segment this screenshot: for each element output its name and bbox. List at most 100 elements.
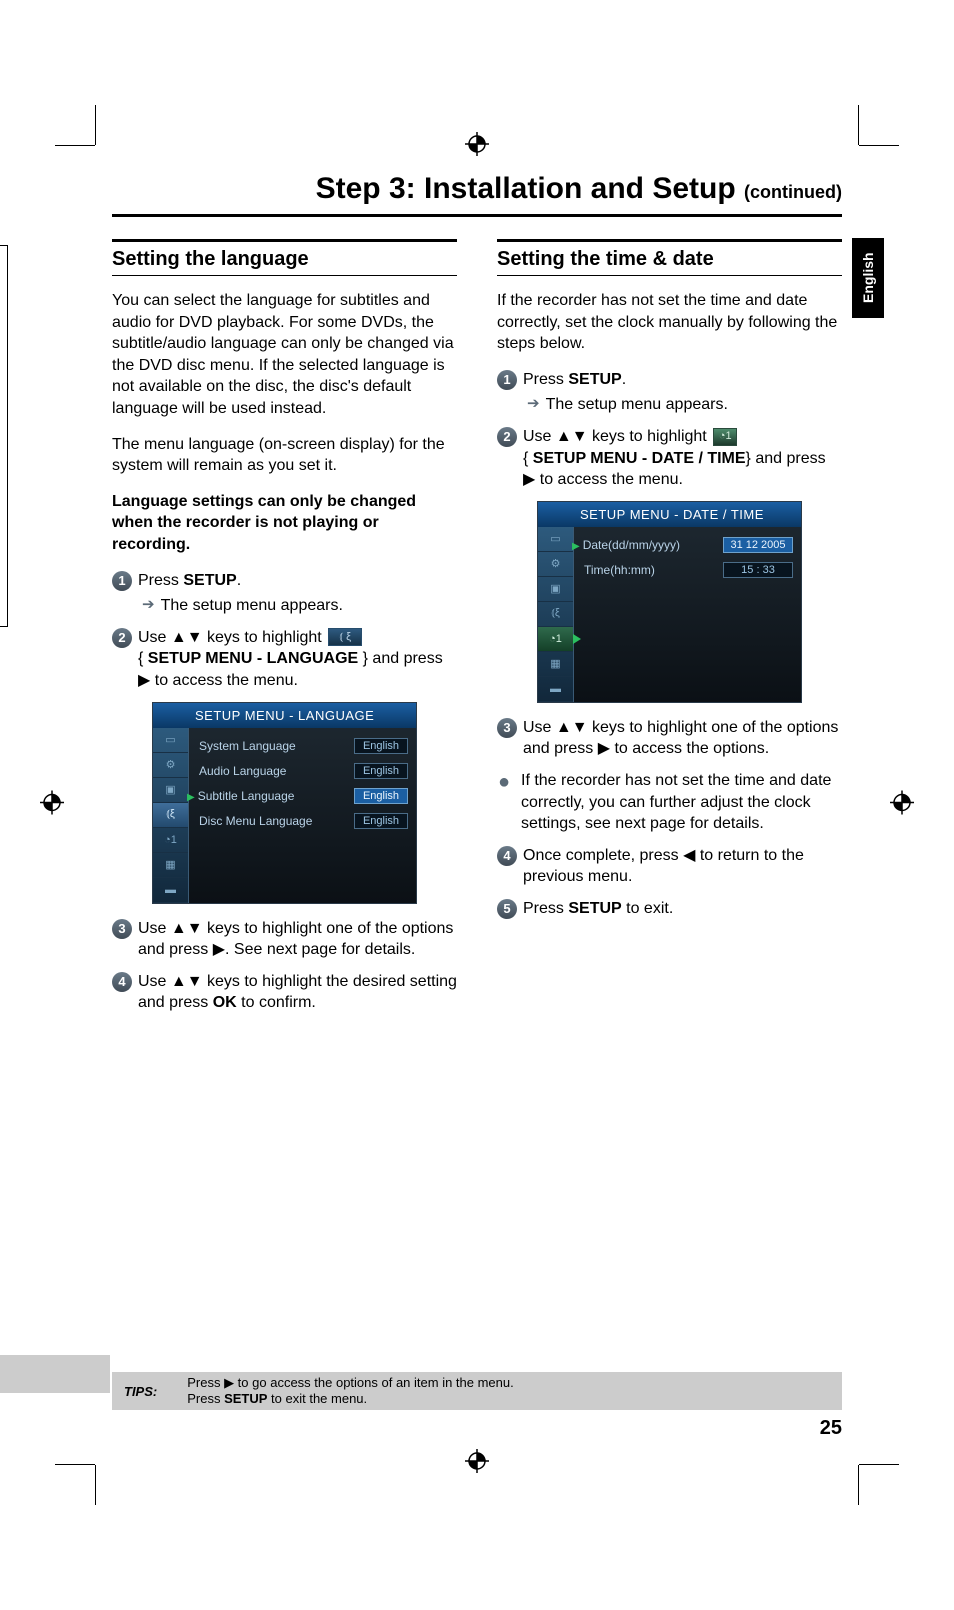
step-sub: The setup menu appears. xyxy=(546,394,728,416)
heading-setting-language: Setting the language xyxy=(112,242,457,276)
registration-mark-icon xyxy=(890,791,914,820)
column-right: Setting the time & date If the recorder … xyxy=(497,239,842,1024)
setup-label: SETUP xyxy=(568,900,621,917)
crop-mark xyxy=(859,1464,899,1465)
arrow-right-icon: ➔ xyxy=(527,394,540,416)
bullet-text: If the recorder has not set the time and… xyxy=(521,770,842,835)
setup-panel-datetime: SETUP MENU - DATE / TIME ▭ ⚙ ▣ ⦅ξ ◔1 ▦ ▬… xyxy=(537,501,802,703)
step-text: Once complete, press ◀ to return to the … xyxy=(523,845,842,888)
registration-mark-icon xyxy=(465,132,489,161)
step-number-icon: 4 xyxy=(497,846,517,866)
step-text: to exit. xyxy=(622,900,674,917)
step-number-icon: 2 xyxy=(497,427,517,447)
setup-row-label: Date(dd/mm/yyyy) xyxy=(584,538,680,552)
step-number-icon: 3 xyxy=(112,919,132,939)
paragraph: You can select the language for subtitle… xyxy=(112,290,457,420)
tips-label: TIPS: xyxy=(124,1384,157,1399)
menu-tab-icon: ⦅ ξ xyxy=(328,628,362,646)
page-content: English Step 3: Installation and Setup (… xyxy=(112,172,842,1438)
menu-name: SETUP MENU - DATE / TIME xyxy=(533,450,746,467)
setup-row-label: Audio Language xyxy=(199,764,286,778)
setup-tab-icon: ▣ xyxy=(153,778,188,803)
bullet-icon: ● xyxy=(497,772,511,835)
step-number-icon: 3 xyxy=(497,718,517,738)
setup-row: Date(dd/mm/yyyy) 31 12 2005 xyxy=(584,533,793,558)
step-text: Press xyxy=(523,900,568,917)
step-4: 4 Once complete, press ◀ to return to th… xyxy=(497,845,842,888)
setup-row: Time(hh:mm)15 : 33 xyxy=(584,558,793,583)
setup-tab-icon: ▭ xyxy=(153,728,188,753)
setup-panel-language: SETUP MENU - LANGUAGE ▭ ⚙ ▣ ⦅ξ ◔1 ▦ ▬ Sy… xyxy=(152,702,417,904)
step-text: Use ▲▼ keys to highlight xyxy=(138,629,326,646)
setup-label: SETUP xyxy=(224,1391,267,1406)
setup-row-value: English xyxy=(354,763,408,779)
crop-mark xyxy=(95,1465,96,1505)
page-title-continued: (continued) xyxy=(744,182,842,202)
setup-label: SETUP xyxy=(183,572,236,589)
paragraph: The menu language (on-screen display) fo… xyxy=(112,434,457,477)
setup-row-label: System Language xyxy=(199,739,296,753)
step-2: 2 Use ▲▼ keys to highlight ⦅ ξ { SETUP M… xyxy=(112,627,457,692)
crop-mark xyxy=(55,1464,95,1465)
setup-tab-icon: ▭ xyxy=(538,527,573,552)
bullet-item: ● If the recorder has not set the time a… xyxy=(497,770,842,835)
setup-row-value: English xyxy=(354,788,408,804)
setup-row-value: 31 12 2005 xyxy=(723,537,793,553)
setup-tab-language-icon: ⦅ξ xyxy=(538,602,573,627)
setup-tab-icon: ▣ xyxy=(538,577,573,602)
setup-row: Audio Language English xyxy=(199,759,408,784)
menu-tab-icon: ◔1 xyxy=(713,428,737,446)
step-text: . xyxy=(622,371,626,388)
step-text: to confirm. xyxy=(237,994,316,1011)
heading-setting-time-date: Setting the time & date xyxy=(497,242,842,276)
tips-line: to exit the menu. xyxy=(267,1391,367,1406)
setup-label: SETUP xyxy=(568,371,621,388)
step-number-icon: 1 xyxy=(497,370,517,390)
step-number-icon: 5 xyxy=(497,899,517,919)
setup-row: Subtitle LanguageEnglish xyxy=(199,784,408,809)
column-left: Setting the language You can select the … xyxy=(112,239,457,1024)
setup-row-value: English xyxy=(354,813,408,829)
setup-tab-icon: ▬ xyxy=(538,677,573,702)
ok-label: OK xyxy=(213,994,237,1011)
registration-mark-icon xyxy=(40,791,64,820)
setup-tab-language-icon: ⦅ξ xyxy=(153,803,188,828)
setup-tab-icon: ▦ xyxy=(538,652,573,677)
step-1: 1 Press SETUP. ➔ The setup menu appears. xyxy=(497,369,842,416)
step-text: Use ▲▼ keys to highlight one of the opti… xyxy=(138,918,457,961)
tips-line: Press xyxy=(187,1391,224,1406)
step-3: 3 Use ▲▼ keys to highlight one of the op… xyxy=(497,717,842,760)
step-text: Press xyxy=(523,371,568,388)
setup-row-label: Time(hh:mm) xyxy=(584,563,655,577)
language-tab: English xyxy=(852,238,884,318)
step-text: Use ▲▼ keys to highlight xyxy=(523,428,711,445)
page-number: 25 xyxy=(820,1417,842,1440)
setup-tab-datetime-icon: ◔1 xyxy=(153,828,188,853)
crop-mark xyxy=(858,105,859,145)
step-number-icon: 4 xyxy=(112,972,132,992)
step-number-icon: 1 xyxy=(112,571,132,591)
crop-mark xyxy=(95,105,96,145)
step-text: Use ▲▼ keys to highlight one of the opti… xyxy=(523,717,842,760)
step-4: 4 Use ▲▼ keys to highlight the desired s… xyxy=(112,971,457,1014)
setup-tab-icon: ▬ xyxy=(153,878,188,903)
step-3: 3 Use ▲▼ keys to highlight one of the op… xyxy=(112,918,457,961)
setup-panel-tabs: ▭ ⚙ ▣ ⦅ξ ◔1 ▦ ▬ xyxy=(538,527,574,702)
step-text: . xyxy=(237,572,241,589)
step-number-icon: 2 xyxy=(112,628,132,648)
bleed-box xyxy=(0,245,8,627)
menu-name: SETUP MENU - LANGUAGE xyxy=(148,650,358,667)
crop-mark xyxy=(859,145,899,146)
setup-tab-icon: ⚙ xyxy=(538,552,573,577)
crop-mark xyxy=(55,145,95,146)
arrow-right-icon: ➔ xyxy=(142,595,155,617)
setup-row: Disc Menu LanguageEnglish xyxy=(199,809,408,834)
paragraph: If the recorder has not set the time and… xyxy=(497,290,842,355)
setup-row: System LanguageEnglish xyxy=(199,734,408,759)
step-text: Press xyxy=(138,572,183,589)
step-2: 2 Use ▲▼ keys to highlight ◔1 { SETUP ME… xyxy=(497,426,842,491)
page-title: Step 3: Installation and Setup (continue… xyxy=(112,172,842,214)
setup-tab-icon: ⚙ xyxy=(153,753,188,778)
setup-tab-datetime-icon: ◔1 xyxy=(538,627,573,652)
step-5: 5 Press SETUP to exit. xyxy=(497,898,842,920)
